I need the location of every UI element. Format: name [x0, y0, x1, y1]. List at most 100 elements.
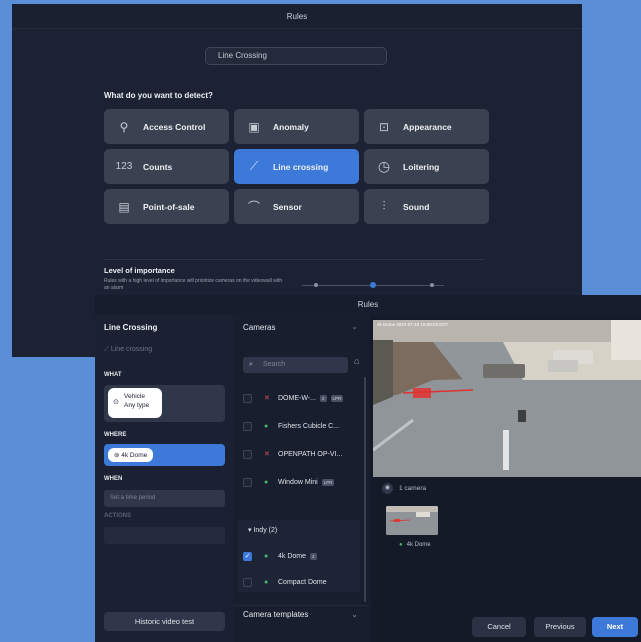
camera-search-input[interactable]: ⌕ Search: [243, 357, 348, 373]
importance-title: Level of importance: [104, 266, 175, 275]
actions-label: ACTIONS: [104, 513, 131, 519]
detect-label: Access Control: [143, 121, 206, 132]
camera-name: Compact Dome: [278, 578, 327, 586]
camera-checkbox-checked[interactable]: ✓: [243, 551, 252, 561]
line-crossing-icon: ⟋: [104, 346, 111, 353]
camera-row[interactable]: ✓ ● 4k Dome 2: [243, 544, 358, 568]
street-scene-image: [373, 320, 641, 477]
window-title: Rules: [95, 295, 641, 315]
face-scan-icon: ⊡: [378, 119, 390, 134]
camera-count: ◉ 1 camera: [382, 483, 426, 494]
numbers-icon: 123: [115, 161, 133, 172]
camera-name: OPENPATH OP-VI...: [278, 450, 343, 458]
camera-row[interactable]: ✕ OPENPATH OP-VI...: [243, 442, 358, 466]
camera-row[interactable]: ● Fishers Cubicle C...: [243, 414, 358, 438]
cancel-button[interactable]: Cancel: [472, 617, 526, 637]
detect-point-of-sale[interactable]: ▤ Point-of-sale: [104, 189, 229, 224]
online-status-icon: ●: [264, 552, 269, 560]
camera-checkbox[interactable]: [243, 577, 252, 587]
detect-anomaly[interactable]: ▣ Anomaly: [234, 109, 359, 144]
detect-access-control[interactable]: ⚲ Access Control: [104, 109, 229, 144]
camera-icon: ◉: [382, 483, 393, 494]
chevron-down-icon: ⌄: [351, 610, 358, 619]
camera-pill[interactable]: ⊚ 4k Dome: [108, 448, 154, 462]
detect-label: Appearance: [403, 121, 452, 132]
camera-row[interactable]: ● Compact Dome: [243, 570, 358, 594]
vehicle-icon: ⊙: [113, 399, 119, 406]
importance-slider[interactable]: Low Mid High: [302, 282, 444, 321]
key-icon: ⚲: [119, 119, 129, 134]
detect-label: Sensor: [273, 201, 302, 212]
camera-row[interactable]: ✕ DOME-W-... 2 LPR: [243, 386, 358, 410]
tag-icon[interactable]: ⌂: [354, 356, 359, 366]
camera-templates-dropdown[interactable]: Camera templates ⌄: [233, 605, 370, 623]
what-value: Vehicle: [124, 393, 145, 400]
templates-label: Camera templates: [243, 610, 309, 619]
detect-appearance[interactable]: ⊡ Appearance: [364, 109, 489, 144]
when-label: WHEN: [104, 476, 123, 482]
thumbnail-name: 4k Dome: [406, 542, 431, 548]
thumbnail-image: [386, 506, 438, 535]
pos-terminal-icon: ▤: [118, 199, 130, 214]
historic-video-test-button[interactable]: Historic video test: [104, 612, 225, 631]
time-period-field[interactable]: Set a time period: [104, 490, 225, 507]
calendar-clock-icon: ▣: [248, 119, 260, 134]
detect-label: Point-of-sale: [143, 201, 195, 212]
detect-loitering[interactable]: ◷ Loitering: [364, 149, 489, 184]
search-icon: ⌕: [249, 361, 253, 368]
preview-timestamp: 4k Dome 2024-07-19 16:59:03 EDT: [377, 322, 449, 327]
detect-sound[interactable]: ⫶ Sound: [364, 189, 489, 224]
where-label: WHERE: [104, 432, 127, 438]
actions-field[interactable]: [104, 527, 225, 544]
camera-checkbox[interactable]: [243, 393, 252, 403]
camera-name: DOME-W-...: [278, 394, 316, 402]
camera-preview[interactable]: 4k Dome 2024-07-19 16:59:03 EDT: [373, 320, 641, 477]
lpr-badge: LPR: [321, 478, 335, 486]
detect-sensor[interactable]: ⌒ Sensor: [234, 189, 359, 224]
camera-name: Window Mini: [278, 478, 318, 486]
rule-title: Line Crossing: [104, 323, 158, 332]
camera-list-panel: Cameras ⌄ ⌕ Search ⌂ ✕ DOME-W-... 2 LPR …: [233, 315, 370, 642]
lpr-badge: LPR: [330, 394, 344, 402]
rules-window-foreground: Rules Line Crossing ⟋ Line crossing WHAT…: [95, 295, 641, 642]
scrollbar[interactable]: [364, 377, 366, 602]
slider-stop-high[interactable]: [430, 283, 434, 287]
previous-button[interactable]: Previous: [534, 617, 586, 637]
detect-counts[interactable]: 123 Counts: [104, 149, 229, 184]
camera-name: Fishers Cubicle C...: [278, 422, 340, 430]
detect-label: Line crossing: [273, 161, 329, 172]
camera-thumbnail[interactable]: [386, 506, 438, 535]
window-title: Rules: [12, 4, 582, 29]
vehicle-pill[interactable]: ⊙ Vehicle Any type: [108, 388, 162, 418]
online-status-icon: ●: [264, 478, 269, 486]
camera-name: 4k Dome: [278, 552, 307, 560]
detect-line-crossing[interactable]: ⟋ Line crossing: [234, 149, 359, 184]
importance-section: Level of importance Rules with a high le…: [104, 259, 484, 321]
camera-count-text: 1 camera: [399, 485, 427, 492]
importance-description: Rules with a high level of importance wi…: [104, 278, 283, 291]
camera-checkbox[interactable]: [243, 477, 252, 487]
where-card[interactable]: ⊚ 4k Dome: [104, 444, 225, 466]
camera-checkbox[interactable]: [243, 449, 252, 459]
what-sub: Any type: [124, 402, 150, 409]
what-card[interactable]: ⊙ Vehicle Any type: [104, 385, 225, 422]
online-status-icon: ●: [399, 542, 403, 548]
detect-label: Anomaly: [273, 121, 309, 132]
chevron-down-icon[interactable]: ⌄: [351, 322, 358, 331]
camera-badge: 2: [310, 552, 317, 560]
detect-label: Loitering: [403, 161, 440, 172]
line-crossing-icon: ⟋: [249, 159, 259, 173]
next-button[interactable]: Next: [592, 617, 638, 637]
what-label: WHAT: [104, 372, 122, 378]
clock-icon: ◷: [377, 158, 391, 174]
group-header[interactable]: ▾ Indy (2): [248, 526, 277, 534]
camera-row[interactable]: ● Window Mini LPR: [243, 470, 358, 494]
rule-name-input[interactable]: Line Crossing: [205, 47, 387, 65]
cameras-header[interactable]: Cameras: [243, 323, 275, 332]
camera-checkbox[interactable]: [243, 421, 252, 431]
slider-stop-low[interactable]: [314, 283, 318, 287]
sensor-icon: ⌒: [247, 200, 260, 214]
rule-config-panel: Line Crossing ⟋ Line crossing WHAT ⊙ Veh…: [95, 315, 233, 642]
slider-stop-mid[interactable]: [370, 282, 376, 288]
group-name: Indy (2): [253, 527, 278, 534]
